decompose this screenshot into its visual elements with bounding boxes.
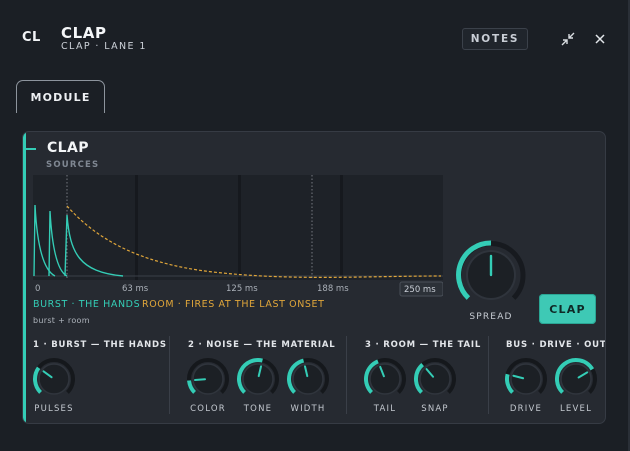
envelope-scope: 0 63 ms 125 ms 188 ms 250 ms [33, 175, 443, 297]
snap-knob[interactable] [413, 357, 457, 401]
axis-label-250[interactable]: 250 ms [404, 285, 436, 295]
knob-body [242, 363, 274, 395]
legend-burst: BURST · THE HANDS [33, 299, 141, 310]
collapse-button[interactable] [559, 30, 577, 48]
section-title-room: 3 · ROOM — THE TAIL [365, 340, 482, 350]
level-knob[interactable] [554, 357, 598, 401]
collapse-icon [561, 32, 575, 46]
module-panel: CLAP SOURCES 0 63 ms 125 ms 188 ms 250 m… [22, 131, 606, 424]
axis-label-0: 0 [35, 284, 40, 294]
close-button[interactable] [591, 30, 609, 48]
section-divider [488, 336, 489, 414]
module-accent-bar [23, 132, 26, 423]
pulses-knob[interactable] [32, 357, 76, 401]
snap-label: SNAP [421, 404, 449, 414]
knob-body [38, 363, 70, 395]
width-knob[interactable] [286, 357, 330, 401]
section-divider [169, 336, 170, 414]
drive-knob[interactable] [504, 357, 548, 401]
knob-pointer [194, 378, 207, 382]
section-divider [346, 336, 347, 414]
color-knob[interactable] [186, 357, 230, 401]
app-icon: CL [22, 30, 41, 45]
knob-body [292, 363, 324, 395]
module-accent-tick [26, 148, 36, 150]
spread-knob[interactable] [456, 240, 526, 310]
close-icon [595, 34, 605, 44]
legend-note: burst + room [33, 316, 90, 325]
section-title-burst: 1 · BURST — THE HANDS [33, 340, 167, 350]
axis-label-125: 125 ms [226, 284, 258, 294]
pulses-label: PULSES [34, 404, 74, 414]
tone-knob[interactable] [236, 357, 280, 401]
tab-module[interactable]: MODULE [16, 80, 105, 113]
level-label: LEVEL [559, 404, 593, 414]
tail-knob[interactable] [363, 357, 407, 401]
width-label: WIDTH [290, 404, 326, 414]
window-title: CLAP [61, 24, 107, 42]
window-subtitle: CLAP · LANE 1 [61, 41, 147, 52]
knob-body [419, 363, 451, 395]
spread-label: SPREAD [469, 312, 513, 322]
clap-button[interactable]: CLAP [539, 294, 596, 324]
axis-label-188: 188 ms [317, 284, 349, 294]
knob-body [560, 363, 592, 395]
axis-label-63: 63 ms [122, 284, 149, 294]
section-title-noise: 2 · NOISE — THE MATERIAL [188, 340, 336, 350]
knob-body [510, 363, 542, 395]
module-title: CLAP [47, 140, 89, 156]
section-title-bus: BUS · DRIVE · OUT [506, 340, 606, 350]
legend-room: ROOM · FIRES AT THE LAST ONSET [142, 299, 325, 310]
knob-body [369, 363, 401, 395]
sources-label: SOURCES [46, 160, 100, 170]
notes-button[interactable]: NOTES [462, 28, 528, 50]
